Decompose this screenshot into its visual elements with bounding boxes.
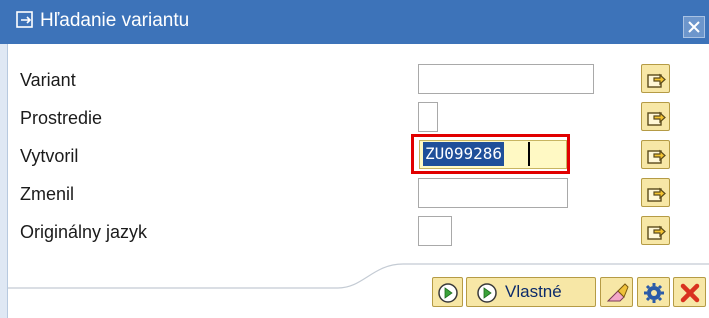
environment-multi-select-button[interactable] (641, 102, 670, 131)
settings-button[interactable] (637, 277, 670, 307)
close-button[interactable] (683, 16, 705, 38)
execute-button[interactable] (432, 277, 463, 307)
changed-by-input[interactable] (418, 178, 568, 208)
custom-execute-label: Vlastné (505, 282, 562, 301)
execute-icon (438, 283, 458, 303)
multiple-selection-icon (647, 225, 666, 240)
variant-search-dialog: Hľadanie variantu Variant Prostredie Vyt… (0, 0, 709, 318)
variant-multi-select-button[interactable] (641, 64, 670, 93)
dialog-left-border (0, 44, 8, 318)
search-variant-icon (16, 11, 36, 31)
cancel-button[interactable] (673, 277, 706, 307)
text-cursor (528, 142, 530, 166)
environment-label: Prostredie (20, 108, 103, 128)
cancel-icon (680, 283, 700, 303)
changed-by-multi-select-button[interactable] (641, 178, 670, 207)
close-icon (688, 21, 700, 33)
custom-execute-button[interactable]: Vlastné (466, 277, 596, 307)
multiple-selection-icon (647, 111, 666, 126)
eraser-icon (606, 283, 629, 302)
dialog-title: Hľadanie variantu (40, 10, 190, 31)
environment-input[interactable] (418, 102, 438, 132)
clear-button[interactable] (600, 277, 633, 307)
variant-label: Variant (20, 70, 76, 90)
execute-icon (477, 283, 497, 303)
changed-by-label: Zmenil (20, 184, 75, 204)
variant-input[interactable] (418, 64, 594, 94)
created-by-multi-select-button[interactable] (641, 140, 670, 169)
created-by-label: Vytvoril (20, 146, 79, 166)
multiple-selection-icon (647, 73, 666, 88)
settings-icon (644, 283, 664, 303)
multiple-selection-icon (647, 149, 666, 164)
multiple-selection-icon (647, 187, 666, 202)
created-by-value: ZU099286 (423, 142, 505, 166)
dialog-titlebar: Hľadanie variantu (0, 0, 709, 44)
